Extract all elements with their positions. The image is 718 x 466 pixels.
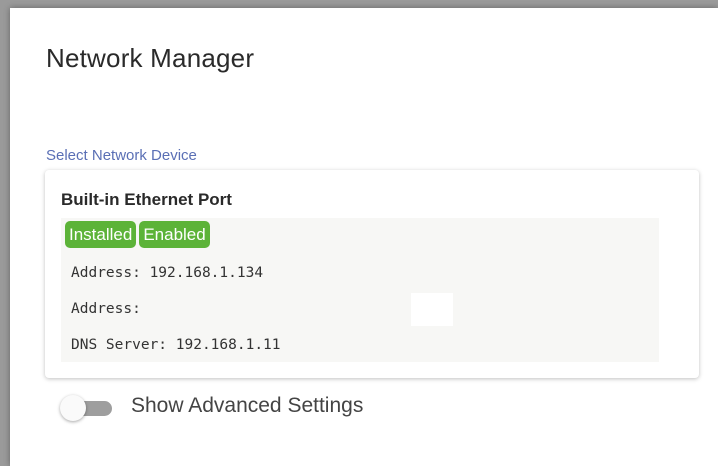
ipv4-address-line: Address: 192.168.1.134 — [71, 265, 264, 281]
dns-server-line: DNS Server: 192.168.1.11 — [71, 337, 281, 353]
advanced-settings-toggle[interactable] — [60, 395, 116, 421]
device-name: Built-in Ethernet Port — [61, 190, 232, 209]
select-network-device-label: Select Network Device — [46, 147, 197, 164]
status-badges: Installed Enabled — [65, 221, 210, 248]
network-manager-window: Network Manager Select Network Device Bu… — [10, 8, 718, 466]
advanced-settings-label[interactable]: Show Advanced Settings — [131, 394, 363, 418]
toggle-thumb — [60, 395, 86, 421]
network-device-card[interactable]: Built-in Ethernet Port Installed Enabled… — [45, 170, 699, 378]
device-details: Installed Enabled Address: 192.168.1.134… — [61, 218, 659, 362]
installed-badge: Installed — [65, 221, 137, 248]
page-title: Network Manager — [46, 43, 255, 73]
redacted-area — [411, 293, 453, 326]
ipv6-address-line: Address: — [71, 301, 141, 317]
enabled-badge: Enabled — [139, 221, 210, 248]
